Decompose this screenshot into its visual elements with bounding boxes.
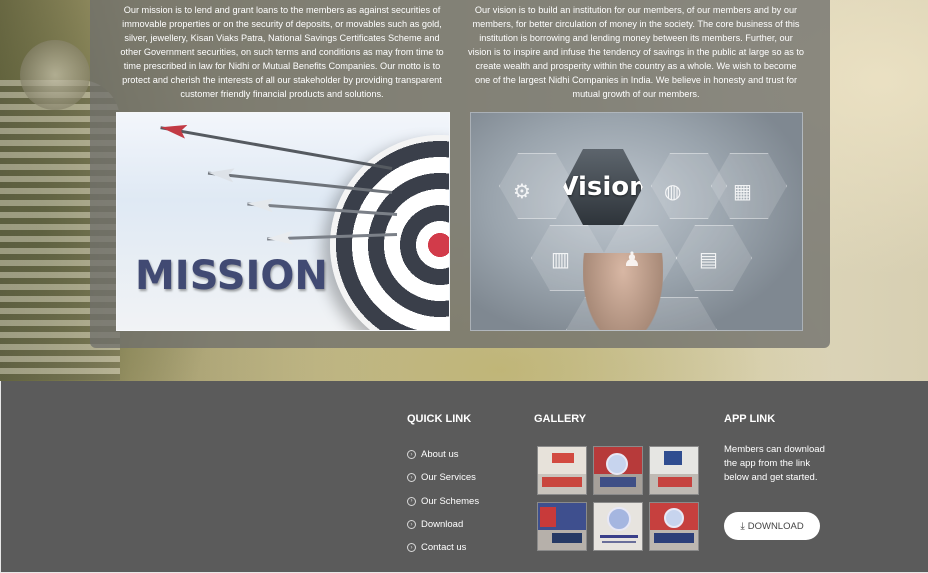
globe-icon: ◍ bbox=[664, 181, 682, 203]
quick-link-contact-us[interactable]: › Contact us bbox=[407, 536, 479, 559]
app-link-title: APP LINK bbox=[724, 413, 776, 425]
arrow-icon bbox=[160, 126, 393, 170]
quick-link-about-us[interactable]: › About us bbox=[407, 443, 479, 466]
quick-link-list: › About us › Our Services › Our Schemes … bbox=[407, 443, 479, 559]
quick-link-label: Contact us bbox=[421, 542, 467, 554]
gallery-photo[interactable] bbox=[593, 446, 643, 495]
circle-chevron-right-icon: › bbox=[407, 496, 416, 506]
app-link-description: Members can download the app from the li… bbox=[724, 444, 825, 483]
gallery-title: GALLERY bbox=[534, 413, 587, 425]
quick-link-label: Our Services bbox=[421, 472, 476, 484]
hero-section: Our mission is to lend and grant loans t… bbox=[0, 0, 928, 381]
quick-link-download[interactable]: › Download bbox=[407, 513, 479, 536]
document-check-icon: ▤ bbox=[699, 249, 718, 271]
download-button[interactable]: ⤓ DOWNLOAD bbox=[724, 512, 820, 540]
chart-icon: ▥ bbox=[551, 249, 570, 271]
quick-link-label: Download bbox=[421, 519, 464, 531]
gallery-photo[interactable] bbox=[649, 446, 699, 495]
gallery-photo[interactable] bbox=[537, 502, 587, 551]
gears-icon: ⚙ bbox=[513, 181, 531, 203]
circle-chevron-right-icon: › bbox=[407, 520, 416, 530]
circle-chevron-right-icon: › bbox=[407, 473, 416, 483]
quick-link-our-services[interactable]: › Our Services bbox=[407, 466, 479, 489]
vision-text: Our vision is to build an institution fo… bbox=[467, 5, 805, 99]
download-button-label: DOWNLOAD bbox=[747, 520, 804, 532]
mission-image-label: MISSION bbox=[135, 253, 328, 299]
people-icon: ♟ bbox=[623, 249, 641, 271]
site-footer: QUICK LINK › About us › Our Services › O… bbox=[0, 381, 928, 573]
quick-link-label: About us bbox=[421, 449, 459, 461]
circle-chevron-right-icon: › bbox=[407, 543, 416, 553]
circle-chevron-right-icon: › bbox=[407, 450, 416, 460]
gallery-photo[interactable] bbox=[649, 502, 699, 551]
mission-image: MISSION bbox=[116, 112, 450, 331]
vision-image-label: Vision bbox=[558, 172, 648, 202]
quick-link-our-schemes[interactable]: › Our Schemes bbox=[407, 490, 479, 513]
vision-image: Vision ⚙ ◍ ▦ ▥ ♟ ▤ bbox=[470, 112, 803, 331]
download-icon: ⤓ bbox=[740, 520, 745, 532]
mission-text: Our mission is to lend and grant loans t… bbox=[120, 5, 444, 99]
building-icon: ▦ bbox=[733, 181, 752, 203]
gallery-photo[interactable] bbox=[537, 446, 587, 495]
gallery-photo[interactable] bbox=[593, 502, 643, 551]
vision-hexagon: Vision bbox=[563, 149, 643, 225]
quick-link-title: QUICK LINK bbox=[407, 413, 472, 425]
quick-link-label: Our Schemes bbox=[421, 495, 480, 507]
